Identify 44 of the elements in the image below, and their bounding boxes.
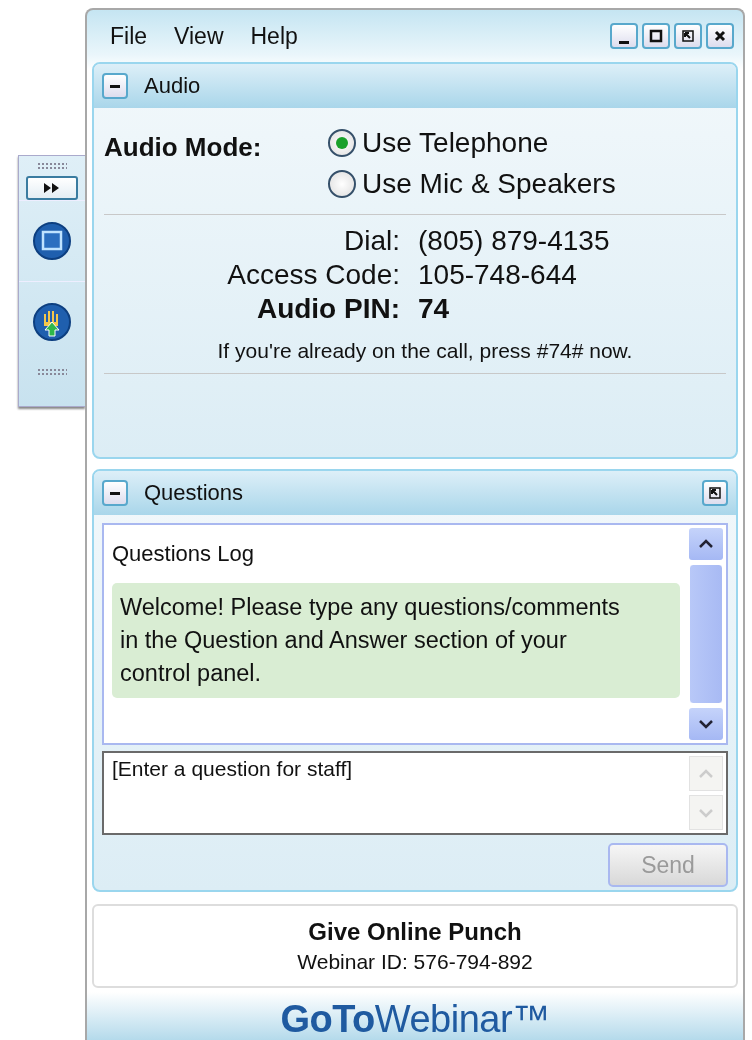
collapse-button[interactable] xyxy=(102,480,128,506)
log-title: Questions Log xyxy=(112,541,255,567)
panel-title: Questions xyxy=(144,480,244,506)
close-button[interactable] xyxy=(706,23,734,49)
menu-item[interactable]: View xyxy=(174,22,224,50)
chevron-up-icon xyxy=(698,539,714,549)
radio-option[interactable]: Use Mic & Speakers xyxy=(328,163,616,204)
scroll-down-button[interactable] xyxy=(689,708,723,740)
popout-button[interactable] xyxy=(702,480,728,506)
detail-label: Access Code: xyxy=(226,259,400,291)
logo: GoToWebinar™ xyxy=(280,998,550,1040)
webinar-id: Webinar ID: 576-794-892 xyxy=(297,950,533,974)
popout-icon xyxy=(708,486,722,500)
grip-handle[interactable] xyxy=(37,368,67,376)
expand-button[interactable] xyxy=(26,176,78,200)
popout-icon xyxy=(681,29,695,43)
raise-hand-icon[interactable] xyxy=(32,302,72,342)
chevron-up-icon xyxy=(698,768,714,779)
detail-label: Dial: xyxy=(343,225,400,257)
scrollbar-thumb[interactable] xyxy=(689,564,723,704)
menu-item[interactable]: File xyxy=(110,22,148,50)
scroll-up-button[interactable] xyxy=(689,528,723,560)
detail-value: (805) 879-4135 xyxy=(418,225,611,257)
message-bubble: Welcome! Please type any questions/comments in the Question and Answer section of your control panel. xyxy=(112,583,680,698)
minimize-button[interactable] xyxy=(610,23,638,49)
detail-label: Audio PIN: xyxy=(255,293,400,325)
call-note: If you're already on the call, press #74# now. xyxy=(216,339,634,363)
radio-option[interactable]: Use Telephone xyxy=(328,122,616,163)
popout-button[interactable] xyxy=(674,23,702,49)
maximize-icon xyxy=(649,29,663,43)
grip-handle[interactable] xyxy=(37,162,67,170)
webinar-name: Give Online Punch xyxy=(308,918,522,946)
menu-item[interactable]: Help xyxy=(250,22,298,50)
chevron-down-icon xyxy=(698,807,714,818)
maximize-button[interactable] xyxy=(642,23,670,49)
panel-title: Audio xyxy=(144,73,201,99)
screen-icon[interactable] xyxy=(32,221,72,261)
collapse-button[interactable] xyxy=(102,73,128,99)
close-icon xyxy=(713,29,727,43)
detail-value: 105-748-644 xyxy=(418,259,578,291)
chevron-down-icon xyxy=(698,719,714,729)
audio-mode-label: Audio Mode: xyxy=(104,132,263,164)
detail-value: 74 xyxy=(418,293,451,325)
minimize-icon xyxy=(619,40,629,44)
